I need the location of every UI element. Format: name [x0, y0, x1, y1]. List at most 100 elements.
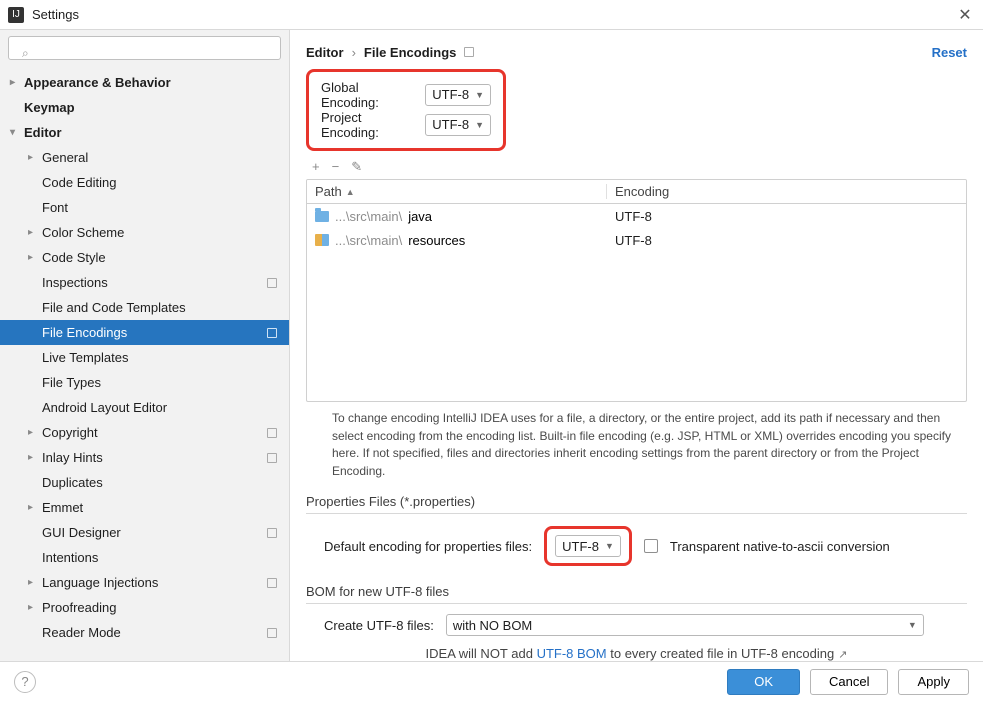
sidebar-item-emmet[interactable]: ▸Emmet [0, 495, 289, 520]
caret-down-icon: ▼ [475, 90, 484, 100]
project-encoding-combo[interactable]: UTF-8 ▼ [425, 114, 491, 136]
sidebar-item-live-templates[interactable]: Live Templates [0, 345, 289, 370]
settings-tree[interactable]: ▸Appearance & BehaviorKeymap▾Editor▸Gene… [0, 66, 289, 661]
properties-encoding-combo[interactable]: UTF-8 ▼ [555, 535, 621, 557]
close-button[interactable]: ✕ [955, 5, 975, 25]
edit-button[interactable]: ✎ [351, 159, 362, 175]
bom-help-link[interactable]: UTF-8 BOM [537, 646, 607, 661]
sidebar-item-proofreading[interactable]: ▸Proofreading [0, 595, 289, 620]
sidebar-item-copyright[interactable]: ▸Copyright [0, 420, 289, 445]
sidebar-item-label: Inspections [42, 275, 108, 290]
sidebar-item-inlay-hints[interactable]: ▸Inlay Hints [0, 445, 289, 470]
table-row[interactable]: ...\src\main\resourcesUTF-8 [307, 228, 966, 252]
sidebar-item-label: Language Injections [42, 575, 158, 590]
sidebar-item-general[interactable]: ▸General [0, 145, 289, 170]
sidebar-item-intentions[interactable]: Intentions [0, 545, 289, 570]
properties-encoding-value: UTF-8 [562, 539, 599, 554]
sidebar-item-reader-mode[interactable]: Reader Mode [0, 620, 289, 645]
chevron-down-icon: ▾ [10, 127, 24, 138]
titlebar: IJ Settings ✕ [0, 0, 983, 30]
sidebar-item-label: Intentions [42, 550, 98, 565]
encoding-highlight-box: Global Encoding: UTF-8 ▼ Project Encodin… [306, 69, 506, 151]
chevron-right-icon: ▸ [10, 77, 24, 88]
bom-label: Create UTF-8 files: [324, 618, 434, 633]
bom-combo[interactable]: with NO BOM ▼ [446, 614, 924, 636]
help-button[interactable]: ? [14, 671, 36, 693]
sidebar-item-gui-designer[interactable]: GUI Designer [0, 520, 289, 545]
reset-link[interactable]: Reset [932, 45, 967, 60]
scope-badge-icon [267, 628, 277, 638]
chevron-right-icon: ▸ [28, 252, 42, 263]
encoding-cell: UTF-8 [607, 233, 660, 248]
sidebar-item-keymap[interactable]: Keymap [0, 95, 289, 120]
add-button[interactable]: + [312, 159, 320, 174]
sidebar-item-label: Editor [24, 125, 62, 140]
sidebar-item-label: File and Code Templates [42, 300, 186, 315]
sidebar-item-code-style[interactable]: ▸Code Style [0, 245, 289, 270]
sidebar-item-duplicates[interactable]: Duplicates [0, 470, 289, 495]
sidebar-item-label: GUI Designer [42, 525, 121, 540]
content-panel: Editor › File Encodings Reset Global Enc… [290, 30, 983, 661]
caret-down-icon: ▼ [475, 120, 484, 130]
sidebar-item-editor[interactable]: ▾Editor [0, 120, 289, 145]
sidebar-item-android-layout-editor[interactable]: Android Layout Editor [0, 395, 289, 420]
remove-button[interactable]: − [332, 159, 340, 174]
table-toolbar: + − ✎ [306, 157, 967, 178]
chevron-right-icon: ▸ [28, 152, 42, 163]
cancel-button[interactable]: Cancel [810, 669, 888, 695]
ok-button[interactable]: OK [727, 669, 800, 695]
table-row[interactable]: ...\src\main\javaUTF-8 [307, 204, 966, 228]
sidebar-item-label: Inlay Hints [42, 450, 103, 465]
global-encoding-value: UTF-8 [432, 87, 469, 102]
sidebar-item-file-types[interactable]: File Types [0, 370, 289, 395]
apply-button[interactable]: Apply [898, 669, 969, 695]
sidebar-item-label: Duplicates [42, 475, 103, 490]
bom-section-title: BOM for new UTF-8 files [306, 584, 967, 599]
sidebar-item-inspections[interactable]: Inspections [0, 270, 289, 295]
sidebar-item-label: Appearance & Behavior [24, 75, 171, 90]
properties-section-title: Properties Files (*.properties) [306, 494, 967, 509]
dialog-footer: ? OK Cancel Apply [0, 661, 983, 701]
search-input[interactable] [8, 36, 281, 60]
sort-asc-icon: ▲ [346, 187, 355, 197]
sidebar: ⌕ ▸Appearance & BehaviorKeymap▾Editor▸Ge… [0, 30, 290, 661]
help-text: To change encoding IntelliJ IDEA uses fo… [306, 410, 967, 480]
sidebar-item-label: File Types [42, 375, 101, 390]
sidebar-item-code-editing[interactable]: Code Editing [0, 170, 289, 195]
chevron-right-icon: ▸ [28, 227, 42, 238]
project-encoding-value: UTF-8 [432, 117, 469, 132]
app-icon: IJ [8, 7, 24, 23]
sidebar-item-label: Color Scheme [42, 225, 124, 240]
scope-badge-icon [267, 428, 277, 438]
sidebar-item-file-and-code-templates[interactable]: File and Code Templates [0, 295, 289, 320]
chevron-right-icon: ▸ [28, 502, 42, 513]
scope-badge-icon [267, 528, 277, 538]
chevron-right-icon: ▸ [28, 452, 42, 463]
sidebar-item-label: Keymap [24, 100, 75, 115]
column-encoding[interactable]: Encoding [607, 184, 677, 199]
sidebar-item-appearance-behavior[interactable]: ▸Appearance & Behavior [0, 70, 289, 95]
column-path[interactable]: Path ▲ [307, 184, 607, 199]
global-encoding-combo[interactable]: UTF-8 ▼ [425, 84, 491, 106]
resources-icon [315, 234, 329, 246]
sidebar-item-label: Android Layout Editor [42, 400, 167, 415]
encodings-table: Path ▲ Encoding ...\src\main\javaUTF-8..… [306, 179, 967, 402]
sidebar-item-label: Font [42, 200, 68, 215]
sidebar-item-color-scheme[interactable]: ▸Color Scheme [0, 220, 289, 245]
transparent-ascii-checkbox[interactable] [644, 539, 658, 553]
global-encoding-label: Global Encoding: [321, 80, 417, 110]
sidebar-item-font[interactable]: Font [0, 195, 289, 220]
sidebar-item-label: Code Style [42, 250, 106, 265]
sidebar-item-label: Copyright [42, 425, 98, 440]
chevron-right-icon: ▸ [28, 602, 42, 613]
external-link-icon: ↗ [838, 649, 847, 661]
sidebar-item-label: Emmet [42, 500, 83, 515]
chevron-right-icon: › [352, 45, 356, 60]
folder-icon [315, 211, 329, 222]
sidebar-item-label: File Encodings [42, 325, 127, 340]
sidebar-item-language-injections[interactable]: ▸Language Injections [0, 570, 289, 595]
breadcrumb-root[interactable]: Editor [306, 45, 344, 60]
breadcrumb: Editor › File Encodings Reset [306, 40, 967, 65]
sidebar-item-file-encodings[interactable]: File Encodings [0, 320, 289, 345]
chevron-right-icon: ▸ [28, 427, 42, 438]
